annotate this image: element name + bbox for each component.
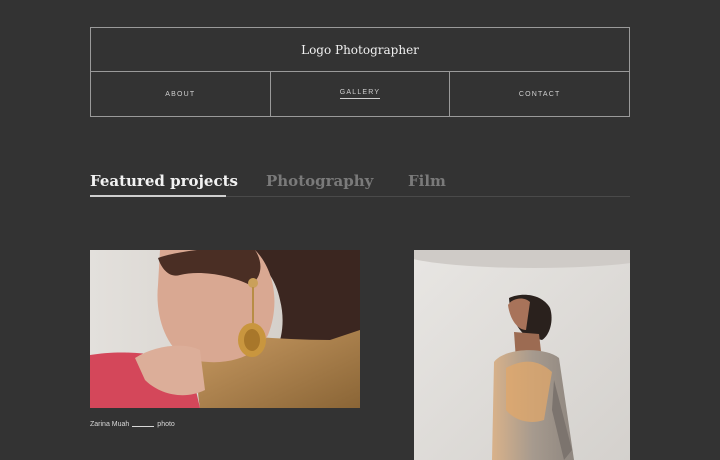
main-nav: ABOUT GALLERY CONTACT: [91, 72, 629, 116]
photo-portrait-earring: [90, 250, 360, 408]
nav-contact[interactable]: CONTACT: [449, 72, 629, 116]
logo[interactable]: Logo Photographer: [91, 28, 629, 72]
tab-film[interactable]: Film: [408, 172, 446, 190]
site-header: Logo Photographer ABOUT GALLERY CONTACT: [90, 27, 630, 117]
nav-contact-label: CONTACT: [518, 90, 561, 98]
nav-gallery-label: GALLERY: [339, 89, 381, 99]
caption-divider: [132, 425, 155, 427]
nav-about[interactable]: ABOUT: [91, 72, 270, 116]
gallery-photo-portrait-standing[interactable]: [414, 250, 630, 460]
photo-caption: Zarina Muah photo: [90, 421, 175, 428]
project-tabs: Featured projects Photography Film: [90, 172, 630, 197]
tab-featured-projects[interactable]: Featured projects: [90, 172, 238, 190]
nav-about-label: ABOUT: [165, 90, 196, 98]
tab-photography[interactable]: Photography: [266, 172, 373, 190]
photo-portrait-standing: [414, 250, 630, 460]
active-tab-indicator: [90, 195, 226, 197]
nav-gallery[interactable]: GALLERY: [269, 72, 450, 116]
caption-suffix: photo: [157, 421, 175, 428]
gallery-photo-portrait-earring[interactable]: [90, 250, 360, 408]
caption-name: Zarina Muah: [90, 421, 130, 428]
